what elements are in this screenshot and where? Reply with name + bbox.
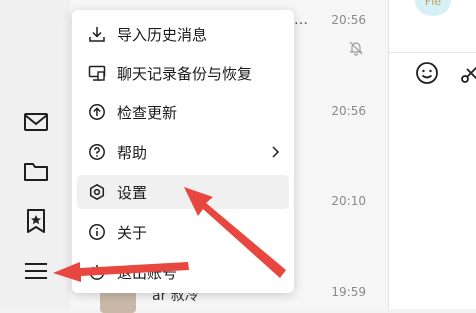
input-toolbar [389,52,476,91]
menu-item-label: 聊天记录备份与恢复 [117,65,253,83]
menu-item-about[interactable]: 关于 [77,215,289,249]
menu-item-backup-restore[interactable]: 聊天记录备份与恢复 [77,56,289,90]
backup-icon [88,64,106,82]
favorites-icon[interactable] [22,207,50,235]
chat-window: Fle [388,0,476,309]
settings-icon [88,183,106,201]
sidebar [0,0,70,309]
menu-item-settings[interactable]: 设置 [77,175,289,209]
chevron-right-icon [267,144,283,160]
power-icon [88,263,106,281]
help-icon [88,143,106,161]
menu-item-help[interactable]: 帮助 [77,135,289,169]
menu-item-label: 检查更新 [117,104,178,122]
menu-item-logout[interactable]: 退出账号 [77,255,289,289]
menu-item-label: 关于 [117,224,148,242]
update-icon [88,103,106,121]
folder-icon[interactable] [22,157,50,185]
chat-time: 20:56 [331,104,366,118]
menu-item-label: 导入历史消息 [117,26,208,44]
mail-icon[interactable] [22,108,50,136]
chat-time: 20:10 [331,194,366,208]
chat-preview-ellipsis: … [294,12,308,28]
menu-icon[interactable] [22,257,50,285]
chat-time: 20:56 [331,13,366,27]
menu-item-label: 帮助 [117,144,148,162]
scissors-icon[interactable] [459,61,476,85]
import-icon [88,25,106,43]
menu-item-import-history[interactable]: 导入历史消息 [77,17,289,51]
mute-bell-icon [348,40,364,56]
info-icon [88,223,106,241]
menu-item-label: 退出账号 [117,264,178,282]
menu-item-label: 设置 [117,184,148,202]
chat-time: 19:59 [331,285,366,299]
menu-item-check-update[interactable]: 检查更新 [77,95,289,129]
main-menu-popup: 导入历史消息 聊天记录备份与恢复 检查更新 帮助 设置 关于 退出账号 [72,10,294,293]
emoji-icon[interactable] [415,61,439,85]
avatar[interactable]: Fle [415,0,451,16]
